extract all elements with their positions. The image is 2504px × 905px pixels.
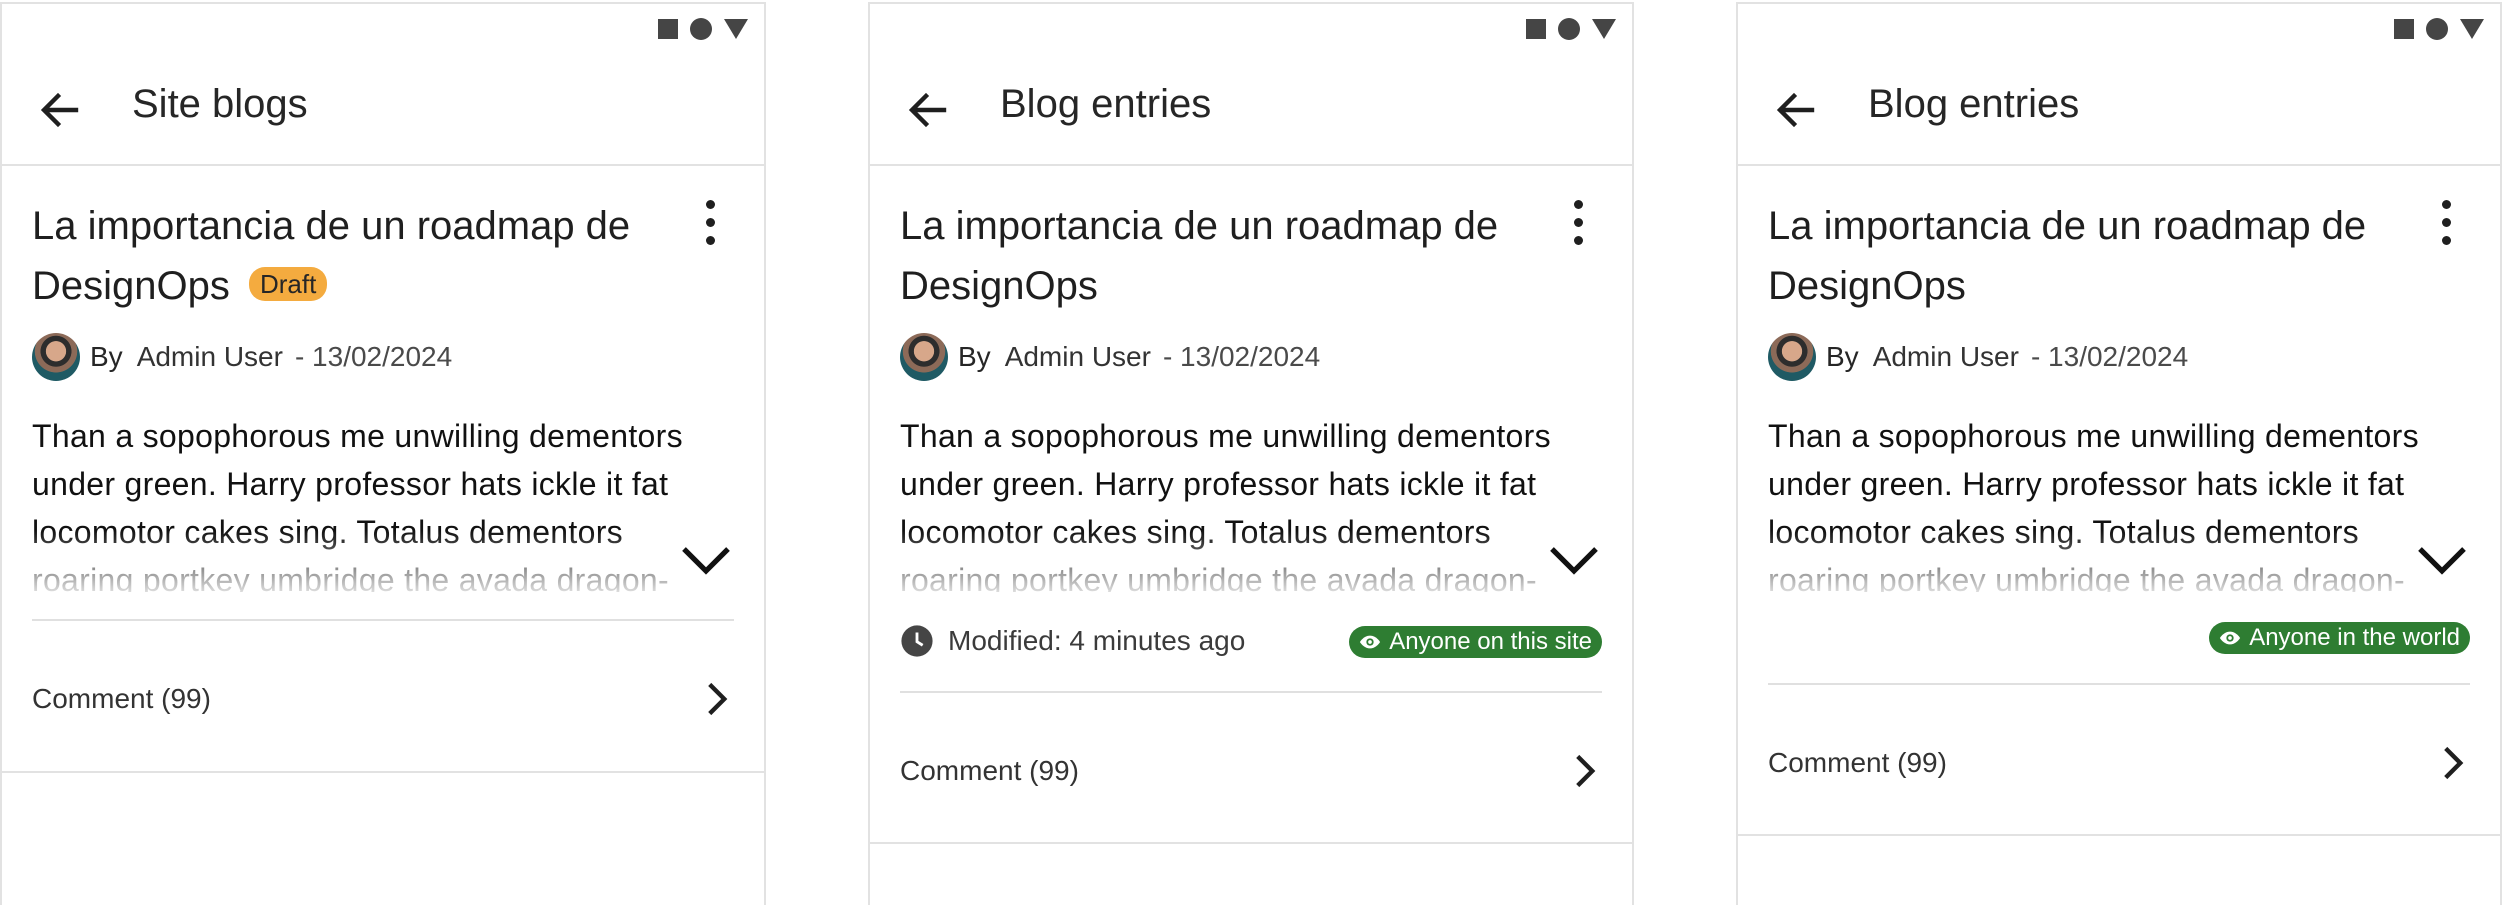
screen-site-blogs: Site blogs La importancia de un roadmap …: [0, 2, 766, 905]
app-bar: Blog entries: [1738, 56, 2500, 166]
comments-row[interactable]: Comment (99): [900, 741, 1602, 801]
avatar: [900, 333, 948, 381]
arrow-left-icon[interactable]: [1772, 86, 1820, 134]
status-badge: Draft: [249, 267, 328, 301]
more-vertical-icon[interactable]: [2438, 200, 2454, 248]
avatar: [32, 333, 80, 381]
eye-icon: [2220, 631, 2241, 645]
square-icon: [1526, 19, 1546, 39]
status-bar: [658, 18, 748, 40]
triangle-icon: [2460, 19, 2484, 39]
page-title: Site blogs: [132, 82, 308, 126]
square-icon: [2394, 19, 2414, 39]
modified-text: Modified: 4 minutes ago: [948, 625, 1246, 656]
post-date: - 13/02/2024: [294, 341, 453, 372]
comment-count: Comment (99): [1768, 747, 1947, 778]
circle-icon: [1558, 18, 1580, 40]
chevron-down-icon[interactable]: [1546, 539, 1602, 583]
status-bar: [1526, 18, 1616, 40]
chevron-right-icon: [1576, 754, 1596, 788]
divider: [2, 771, 764, 773]
modified-info: Modified: 4 minutes ago: [900, 624, 1245, 658]
clock-icon: [901, 625, 933, 657]
post-excerpt: Than a sopophorous me unwilling dementor…: [900, 418, 1551, 592]
by-label: By: [90, 341, 123, 372]
visibility-badge: Anyone in the world: [2209, 622, 2470, 654]
divider: [1768, 683, 2470, 685]
more-vertical-icon[interactable]: [702, 200, 718, 248]
comments-row[interactable]: Comment (99): [32, 669, 734, 729]
arrow-left-icon[interactable]: [36, 86, 84, 134]
post-title[interactable]: La importancia de un roadmap de DesignOp…: [900, 196, 1540, 316]
triangle-icon: [724, 19, 748, 39]
page-title: Blog entries: [1868, 82, 2080, 126]
post-excerpt: Than a sopophorous me unwilling dementor…: [1768, 418, 2419, 592]
byline: By Admin User - 13/02/2024: [1768, 332, 2188, 382]
app-bar: Site blogs: [2, 56, 764, 166]
comment-count: Comment (99): [32, 683, 211, 714]
by-label: By: [1826, 341, 1859, 372]
divider: [870, 842, 1632, 844]
post-date: - 13/02/2024: [1162, 341, 1321, 372]
post-title-text: La importancia de un roadmap de DesignOp…: [32, 204, 631, 308]
chevron-down-icon[interactable]: [678, 539, 734, 583]
page-title: Blog entries: [1000, 82, 1212, 126]
screen-blog-entries-site: Blog entries La importancia de un roadma…: [868, 2, 1634, 905]
arrow-left-icon[interactable]: [904, 86, 952, 134]
screen-blog-entries-world: Blog entries La importancia de un roadma…: [1736, 2, 2502, 905]
byline: By Admin User - 13/02/2024: [32, 332, 452, 382]
app-bar: Blog entries: [870, 56, 1632, 166]
avatar: [1768, 333, 1816, 381]
chevron-right-icon: [2444, 746, 2464, 780]
post-title[interactable]: La importancia de un roadmap de DesignOp…: [1768, 196, 2408, 316]
post-title[interactable]: La importancia de un roadmap de DesignOp…: [32, 196, 672, 316]
author-name: Admin User: [1872, 341, 2019, 372]
more-vertical-icon[interactable]: [1570, 200, 1586, 248]
author-name: Admin User: [1004, 341, 1151, 372]
eye-icon: [1360, 635, 1381, 649]
post-date: - 13/02/2024: [2030, 341, 2189, 372]
comment-count: Comment (99): [900, 755, 1079, 786]
author-name: Admin User: [136, 341, 283, 372]
divider: [32, 619, 734, 621]
divider: [1738, 834, 2500, 836]
visibility-label: Anyone on this site: [1389, 628, 1592, 655]
divider: [900, 691, 1602, 693]
square-icon: [658, 19, 678, 39]
comments-row[interactable]: Comment (99): [1768, 733, 2470, 793]
visibility-badge: Anyone on this site: [1349, 626, 1602, 658]
by-label: By: [958, 341, 991, 372]
chevron-down-icon[interactable]: [2414, 539, 2470, 583]
circle-icon: [2426, 18, 2448, 40]
post-excerpt: Than a sopophorous me unwilling dementor…: [32, 418, 683, 592]
status-bar: [2394, 18, 2484, 40]
byline: By Admin User - 13/02/2024: [900, 332, 1320, 382]
circle-icon: [690, 18, 712, 40]
triangle-icon: [1592, 19, 1616, 39]
visibility-label: Anyone in the world: [2249, 624, 2460, 651]
chevron-right-icon: [708, 682, 728, 716]
